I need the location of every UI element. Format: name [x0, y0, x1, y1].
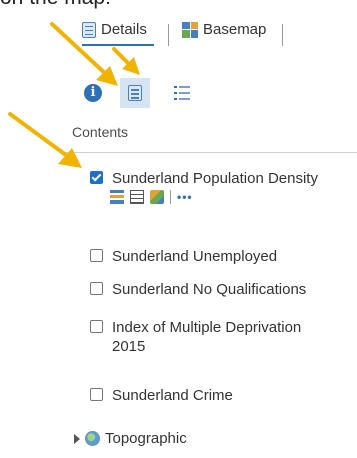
divider	[64, 152, 357, 153]
layer-item[interactable]: Sunderland Population Density	[90, 169, 318, 188]
layer-name[interactable]: Sunderland Crime	[112, 386, 233, 405]
content-list-icon[interactable]	[174, 85, 190, 101]
change-style-icon[interactable]	[150, 190, 164, 204]
layer-name[interactable]: Sunderland No Qualifications	[112, 280, 306, 299]
table-icon[interactable]	[130, 190, 144, 204]
layer-name[interactable]: Index of Multiple Deprivation 2015	[112, 318, 332, 356]
layer-item[interactable]: Sunderland Unemployed	[90, 247, 277, 266]
layer-checkbox[interactable]	[90, 282, 103, 295]
layer-item[interactable]: Sunderland Crime	[90, 386, 233, 405]
globe-icon	[85, 431, 100, 446]
layer-checkbox[interactable]	[90, 171, 103, 184]
legend-button[interactable]	[120, 78, 150, 108]
layer-checkbox[interactable]	[90, 320, 103, 333]
layer-item[interactable]: Index of Multiple Deprivation 2015	[90, 318, 332, 356]
show-legend-icon[interactable]	[110, 190, 124, 204]
layer-tools: •••	[110, 190, 193, 204]
arrow-annotation-icon	[112, 47, 140, 75]
legend-icon	[128, 85, 142, 101]
layer-checkbox[interactable]	[90, 388, 103, 401]
basemap-grid-icon	[182, 21, 198, 38]
layer-name[interactable]: Sunderland Population Density	[112, 169, 318, 188]
tab-separator	[282, 24, 283, 46]
more-options-icon[interactable]: •••	[177, 190, 193, 204]
tab-basemap-label: Basemap	[203, 21, 267, 38]
arrow-annotation-icon	[8, 112, 82, 168]
tab-separator	[168, 24, 169, 46]
tool-separator	[170, 190, 171, 204]
basemap-layer-item[interactable]: Topographic	[74, 430, 187, 447]
layer-item[interactable]: Sunderland No Qualifications	[90, 280, 306, 299]
tab-basemap[interactable]: Basemap	[182, 21, 266, 38]
basemap-layer-name: Topographic	[105, 430, 187, 447]
expand-arrow-icon[interactable]	[74, 433, 80, 444]
layer-name[interactable]: Sunderland Unemployed	[112, 247, 277, 266]
caption: on the map:	[0, 0, 111, 10]
layer-checkbox[interactable]	[90, 249, 103, 262]
